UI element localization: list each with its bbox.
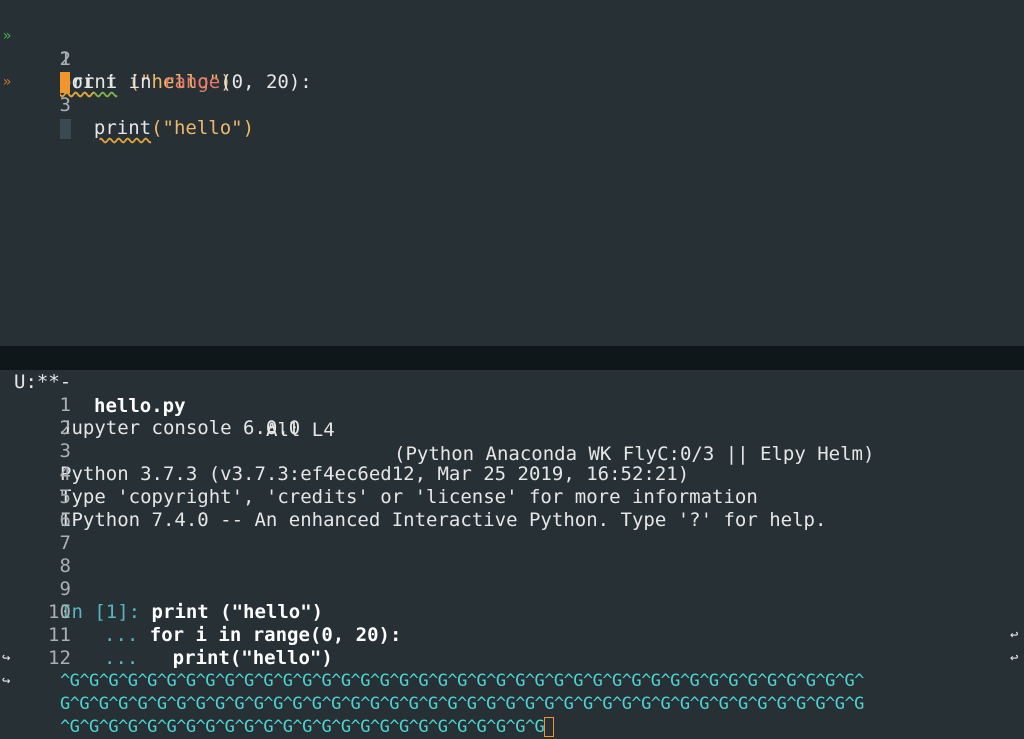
console-control-line[interactable]: ↪ G^G^G^G^G^G^G^G^G^G^G^G^G^G^G^G^G^G^G^… bbox=[0, 647, 1024, 714]
editor-line-3[interactable]: » 3 print("hello") bbox=[0, 48, 1024, 139]
console-input[interactable]: ^G^G^G^G^G^G^G^G^G^G^G^G^G^G^G^G^G^G^G^G… bbox=[60, 716, 555, 739]
code-text[interactable]: print("hello") bbox=[60, 117, 254, 140]
code-token: range bbox=[163, 71, 221, 93]
console-line: 7 bbox=[0, 509, 1024, 554]
editor-line-1[interactable]: » 1 print ("hello") bbox=[0, 2, 1024, 93]
wrap-arrow-icon: ↩ bbox=[1010, 650, 1019, 666]
fringe-marker-icon: » bbox=[2, 74, 12, 90]
console-control-line[interactable]: ↪ ^G^G^G^G^G^G^G^G^G^G^G^G^G^G^G^G^G^G^G… bbox=[0, 670, 1024, 737]
code-token: i bbox=[94, 71, 129, 93]
control-chars: G^G^G^G^G^G^G^G^G^G^G^G^G^G^G^G^G^G^G^G^… bbox=[60, 694, 864, 714]
mode-line[interactable]: U:**- hello.py All L4 (Python Anaconda W… bbox=[0, 346, 1024, 465]
wrap-arrow-icon: ↪ bbox=[2, 650, 11, 666]
wrap-arrow-icon: ↪ bbox=[2, 673, 11, 689]
console-line: 5 IPython 7.4.0 -- An enhanced Interacti… bbox=[0, 463, 1024, 531]
console-control-line[interactable]: 12 ^G^G^G^G^G^G^G^G^G^G^G^G^G^G^G^G^G^G^… bbox=[0, 624, 1024, 691]
code-text[interactable]: for i in range(0, 20): bbox=[60, 71, 312, 94]
console-line: 3 Python 3.7.3 (v3.7.3:ef4ec6ed12, Mar 2… bbox=[0, 417, 1024, 485]
console-input-line[interactable]: 9 In [1]: print ("hello") bbox=[0, 555, 1024, 623]
editor-cursor bbox=[60, 72, 70, 93]
code-token: in bbox=[128, 71, 152, 93]
line-number: 3 bbox=[59, 94, 71, 116]
indent-guide bbox=[60, 118, 71, 139]
console-line: 4 Type 'copyright', 'credits' or 'licens… bbox=[0, 440, 1024, 508]
code-token: ("hello") bbox=[151, 117, 255, 139]
console-continuation-line[interactable]: 11 ... print("hello") bbox=[0, 601, 1024, 669]
console-line: 2 bbox=[0, 394, 1024, 439]
editor-line-2[interactable]: 2 for i in range(0, 20): bbox=[0, 25, 1024, 93]
console-line: 1 Jupyter console 6.0.0 bbox=[0, 371, 1024, 439]
console-line: 6 bbox=[0, 486, 1024, 531]
wrap-arrow-icon: ↩ bbox=[1010, 627, 1019, 643]
console-continuation-line[interactable]: 10 ... for i in range(0, 20): bbox=[0, 578, 1024, 646]
code-token: (0, 20): bbox=[220, 71, 312, 93]
console-line: 8 bbox=[0, 532, 1024, 577]
console-cursor bbox=[544, 717, 555, 737]
code-token: print bbox=[93, 117, 152, 139]
control-chars: ^G^G^G^G^G^G^G^G^G^G^G^G^G^G^G^G^G^G^G^G… bbox=[60, 717, 545, 737]
